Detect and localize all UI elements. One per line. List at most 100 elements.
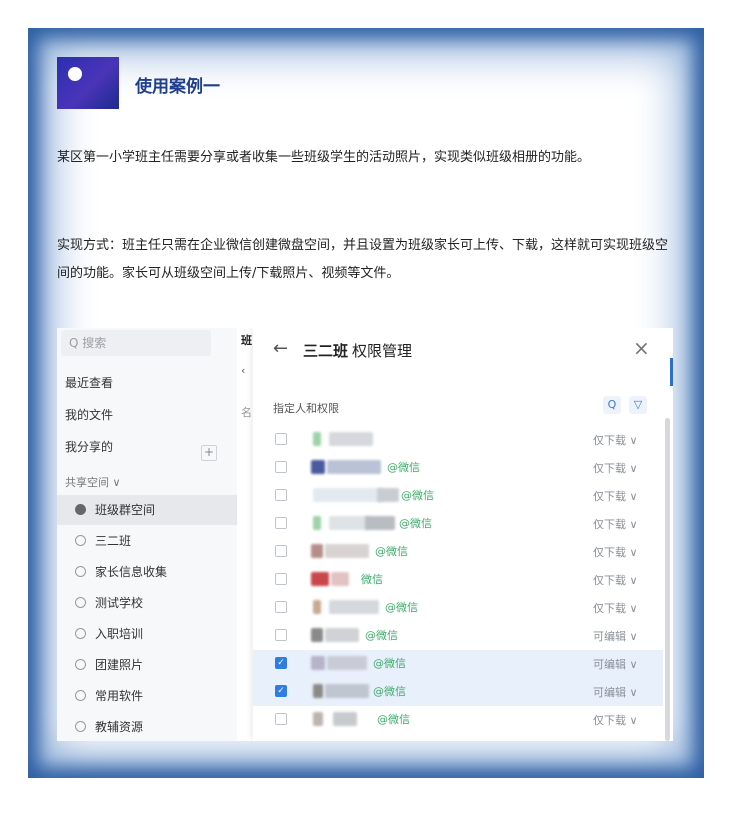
member-checkbox[interactable] xyxy=(275,461,287,473)
space-item[interactable]: 常用软件 xyxy=(57,681,237,711)
space-icon xyxy=(75,628,86,639)
blurred-member-name xyxy=(329,600,379,614)
permission-dropdown[interactable]: 仅下载 ∨ xyxy=(593,460,638,476)
permission-dropdown[interactable]: 仅下载 ∨ xyxy=(593,432,638,448)
space-label: 入职培训 xyxy=(95,627,144,641)
member-checkbox[interactable] xyxy=(275,489,287,501)
section-title: 使用案例一 xyxy=(135,77,220,97)
space-label: 常用软件 xyxy=(95,689,144,703)
blurred-member-name xyxy=(333,712,357,726)
space-icon xyxy=(75,566,86,577)
space-item[interactable]: 测试学校 xyxy=(57,588,237,618)
wechat-suffix: @微信 xyxy=(387,461,420,474)
permission-modal: ← 三二班 权限管理 × 指定人和权限 Q ▽ 仅下载 ∨ @微信 仅下载 ∨ @微信仅… xyxy=(253,328,673,741)
blurred-member-name xyxy=(313,600,321,614)
search-input[interactable]: Q 搜索 xyxy=(61,330,211,356)
member-row[interactable]: @微信 仅下载 ∨ xyxy=(253,594,663,622)
modal-header: ← 三二班 权限管理 × xyxy=(253,328,673,370)
member-checkbox[interactable]: ✓ xyxy=(275,657,287,669)
nav-my-files[interactable]: 我的文件 xyxy=(65,406,113,423)
member-checkbox[interactable] xyxy=(275,629,287,641)
permission-dropdown[interactable]: 仅下载 ∨ xyxy=(593,516,638,532)
close-icon[interactable]: × xyxy=(633,336,650,360)
search-icon[interactable]: Q xyxy=(603,396,621,414)
member-checkbox[interactable]: ✓ xyxy=(275,685,287,697)
permission-dropdown[interactable]: 仅下载 ∨ xyxy=(593,572,638,588)
add-space-button[interactable]: + xyxy=(201,445,217,461)
member-checkbox[interactable] xyxy=(275,573,287,585)
blurred-member-name xyxy=(313,712,323,726)
member-row[interactable]: 微信 仅下载 ∨ xyxy=(253,566,663,594)
space-icon xyxy=(75,721,86,732)
space-icon xyxy=(75,535,86,546)
member-checkbox[interactable] xyxy=(275,545,287,557)
permission-dropdown[interactable]: 仅下载 ∨ xyxy=(593,488,638,504)
permission-dropdown[interactable]: 仅下载 ∨ xyxy=(593,712,638,728)
space-icon xyxy=(75,690,86,701)
permission-dropdown[interactable]: 可编辑 ∨ xyxy=(593,656,638,672)
background-panel: 班 ‹ 名 xyxy=(237,328,253,741)
scrollbar[interactable] xyxy=(665,418,670,741)
blurred-member-name xyxy=(329,432,373,446)
wechat-suffix: @微信 xyxy=(385,601,418,614)
blurred-member-name xyxy=(327,460,381,474)
permission-dropdown[interactable]: 仅下载 ∨ xyxy=(593,600,638,616)
space-icon xyxy=(75,504,86,515)
space-label: 班级群空间 xyxy=(95,503,156,517)
blurred-member-name xyxy=(311,656,325,670)
space-label: 三二班 xyxy=(95,534,132,548)
modal-title-text: 权限管理 xyxy=(352,342,413,360)
blurred-member-name xyxy=(311,460,325,474)
nav-shared-by-me[interactable]: 我分享的 xyxy=(65,438,113,455)
space-item[interactable]: 入职培训 xyxy=(57,619,237,649)
blurred-member-name xyxy=(325,544,369,558)
wechat-suffix: 微信 xyxy=(361,573,383,586)
blurred-member-name xyxy=(377,488,399,502)
embedded-screenshot: Q 搜索 最近查看 我的文件 我分享的 共享空间 ∨ + 班级群空间三二班家长信… xyxy=(57,328,673,741)
wechat-suffix: @微信 xyxy=(375,545,408,558)
member-row[interactable]: @微信 仅下载 ∨ xyxy=(253,538,663,566)
shared-spaces-group[interactable]: 共享空间 ∨ xyxy=(65,474,121,490)
back-arrow-icon[interactable]: ← xyxy=(273,338,288,359)
member-row[interactable]: ✓ @微信 可编辑 ∨ xyxy=(253,678,663,706)
blurred-member-name xyxy=(313,684,323,698)
permission-dropdown[interactable]: 可编辑 ∨ xyxy=(593,628,638,644)
member-row[interactable]: @微信 仅下载 ∨ xyxy=(253,510,663,538)
sidebar: Q 搜索 最近查看 我的文件 我分享的 共享空间 ∨ + 班级群空间三二班家长信… xyxy=(57,328,237,741)
member-row[interactable]: 仅下载 ∨ xyxy=(253,426,663,454)
space-item[interactable]: 家长信息收集 xyxy=(57,557,237,587)
wechat-suffix: @微信 xyxy=(373,657,406,670)
space-label: 家长信息收集 xyxy=(95,565,168,579)
member-row[interactable]: ✓ @微信 可编辑 ∨ xyxy=(253,650,663,678)
member-checkbox[interactable] xyxy=(275,517,287,529)
blurred-member-name xyxy=(311,628,323,642)
member-row[interactable]: @微信 仅下载 ∨ xyxy=(253,454,663,482)
badge-dot xyxy=(68,67,82,81)
nav-recent[interactable]: 最近查看 xyxy=(65,374,113,391)
blurred-member-name xyxy=(313,516,321,530)
blurred-member-name xyxy=(313,488,383,502)
space-icon xyxy=(75,659,86,670)
blurred-member-name xyxy=(327,656,367,670)
background-back-char: ‹ xyxy=(241,364,246,377)
permission-dropdown[interactable]: 可编辑 ∨ xyxy=(593,684,638,700)
wechat-suffix: @微信 xyxy=(365,629,398,642)
space-label: 团建照片 xyxy=(95,658,144,672)
member-row[interactable]: @微信 可编辑 ∨ xyxy=(253,622,663,650)
space-label: 教辅资源 xyxy=(95,720,144,734)
space-item[interactable]: 班级群空间 xyxy=(57,495,237,525)
permission-dropdown[interactable]: 仅下载 ∨ xyxy=(593,544,638,560)
member-checkbox[interactable] xyxy=(275,713,287,725)
space-item[interactable]: 三二班 xyxy=(57,526,237,556)
blurred-member-name xyxy=(331,572,349,586)
member-row[interactable]: @微信 仅下载 ∨ xyxy=(253,706,663,734)
filter-icon[interactable]: ▽ xyxy=(629,396,647,414)
blurred-member-name xyxy=(311,572,329,586)
blurred-member-name xyxy=(365,516,395,530)
member-row[interactable]: @微信 仅下载 ∨ xyxy=(253,482,663,510)
blurred-member-name xyxy=(311,544,323,558)
space-item[interactable]: 教辅资源 xyxy=(57,712,237,741)
space-item[interactable]: 团建照片 xyxy=(57,650,237,680)
member-checkbox[interactable] xyxy=(275,433,287,445)
member-checkbox[interactable] xyxy=(275,601,287,613)
